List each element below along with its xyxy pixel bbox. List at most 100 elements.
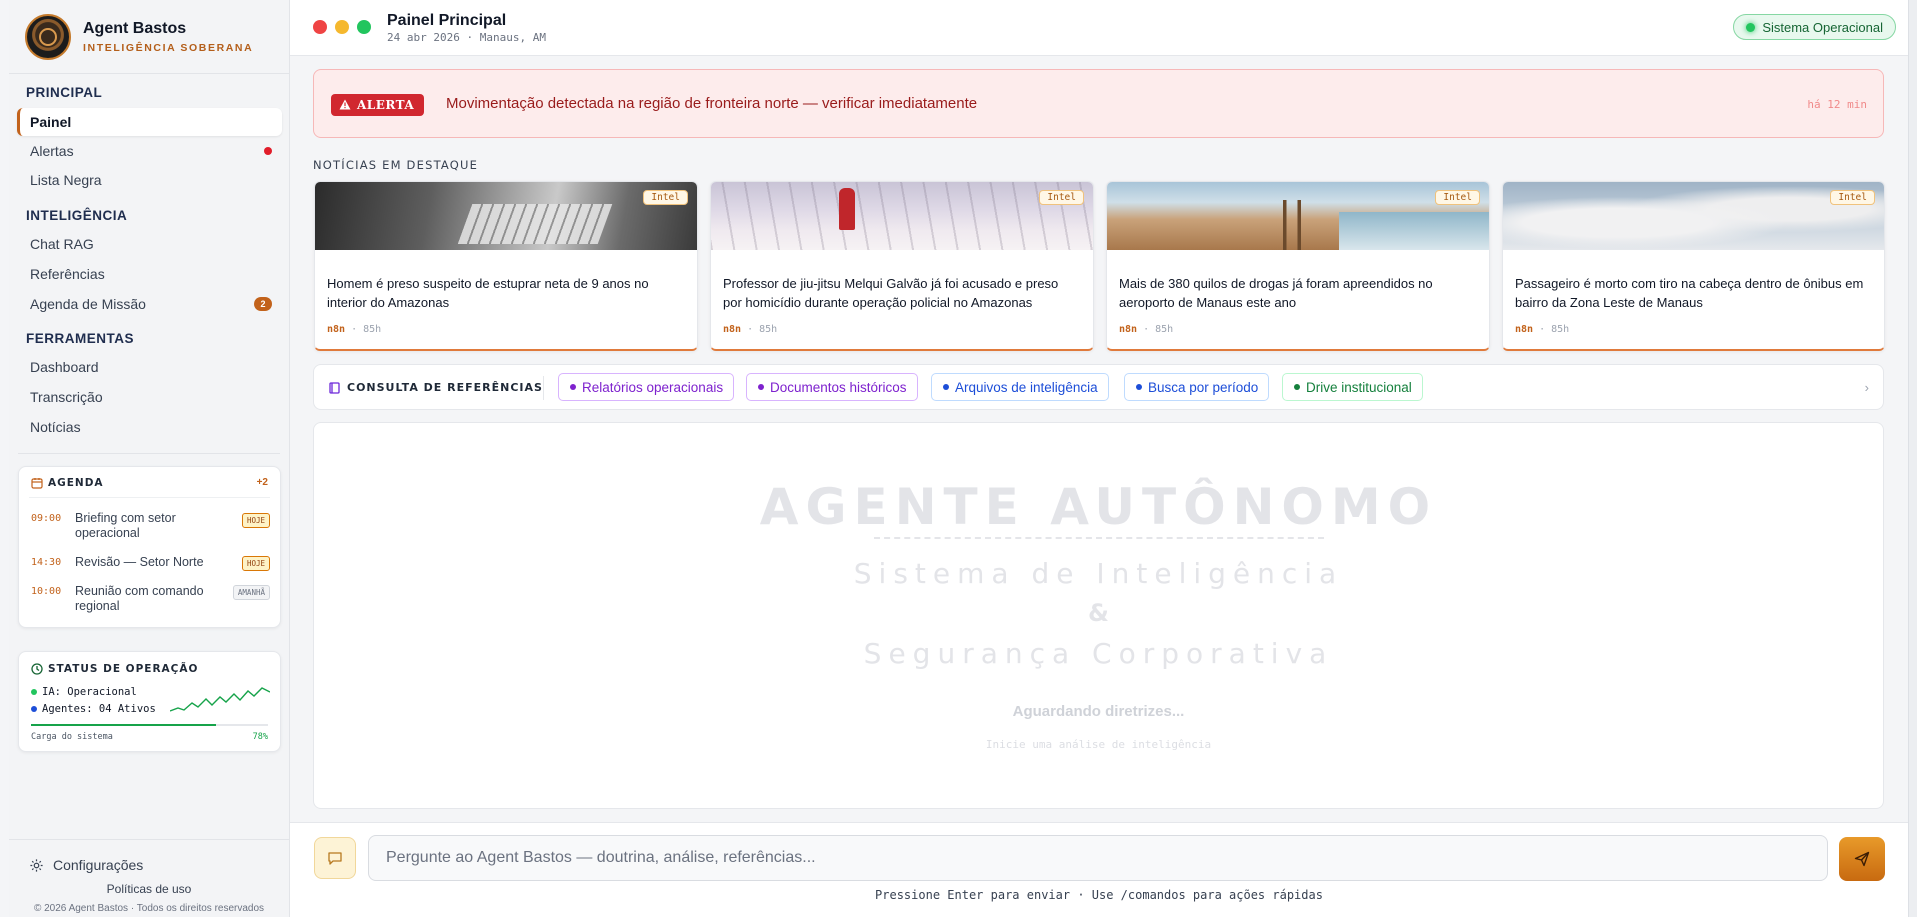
- agenda-item-title: Reunião com comando regional: [75, 584, 204, 613]
- news-source: n8n: [723, 324, 742, 335]
- chip-label: Busca por período: [1148, 379, 1259, 395]
- news-title: Mais de 380 quilos de drogas já foram ap…: [1119, 276, 1433, 310]
- canvas-title: AGENTE AUTÔNOMO: [759, 478, 1438, 536]
- agenda-tag: HOJE: [241, 513, 270, 528]
- sidebar-item-alertas[interactable]: Alertas: [17, 137, 282, 165]
- news-age: 85h: [1155, 324, 1174, 335]
- ref-chip-drive[interactable]: Drive institucional: [1282, 373, 1423, 401]
- ref-chip-arquivos[interactable]: Arquivos de inteligência: [931, 373, 1109, 401]
- divider: [543, 376, 544, 400]
- alert-tag-label: ALERTA: [357, 98, 415, 112]
- news-source: n8n: [1515, 324, 1534, 335]
- news-age: 85h: [759, 324, 778, 335]
- keyboard-shape: [457, 204, 613, 244]
- agenda-title: AGENDA: [48, 477, 104, 489]
- chip-label: Documentos históricos: [770, 379, 907, 395]
- alert-tag: ALERTA: [331, 94, 425, 116]
- agenda-time: 09:00: [31, 513, 62, 524]
- agenda-item[interactable]: 09:00 Briefing com setor operacional HOJ…: [31, 511, 270, 541]
- chat-mode-button[interactable]: [314, 837, 356, 879]
- sidebar-item-agenda-missao[interactable]: Agenda de Missão 2: [17, 290, 282, 318]
- calendar-icon: [31, 478, 43, 489]
- news-meta: n8n · 85h: [327, 324, 382, 335]
- settings-link[interactable]: Configurações: [29, 857, 143, 873]
- minimize-window-button[interactable]: [335, 20, 349, 34]
- sidebar-item-referencias[interactable]: Referências: [17, 260, 282, 288]
- section-inteligencia: INTELIGÊNCIA: [26, 208, 128, 223]
- news-tag: Intel: [1830, 190, 1875, 205]
- maximize-window-button[interactable]: [357, 20, 371, 34]
- sidebar-item-transcricao[interactable]: Transcrição: [17, 383, 282, 411]
- alert-banner[interactable]: ALERTA Movimentação detectada na região …: [313, 69, 1884, 138]
- figure-shape: [839, 188, 855, 230]
- status-header: STATUS DE OPERAÇÃO: [31, 663, 198, 675]
- scrollbar[interactable]: [1908, 0, 1917, 917]
- load-label: Carga do sistema: [31, 732, 113, 742]
- news-tag: Intel: [643, 190, 688, 205]
- count-badge: 2: [254, 297, 272, 311]
- references-heading: CONSULTA DE REFERÊNCIAS: [329, 381, 543, 394]
- sidebar-item-dashboard[interactable]: Dashboard: [17, 353, 282, 381]
- trees-shape: [711, 182, 1093, 250]
- canvas-waiting: Aguardando diretrizes...: [1012, 703, 1185, 720]
- alert-time: há 12 min: [1807, 98, 1867, 111]
- close-window-button[interactable]: [313, 20, 327, 34]
- chip-dot: [570, 384, 576, 390]
- ref-chip-relatorios[interactable]: Relatórios operacionais: [558, 373, 735, 401]
- news-card[interactable]: Intel Professor de jiu-jitsu Melqui Galv…: [710, 181, 1094, 351]
- status-agents: Agentes: 04 Ativos: [31, 703, 156, 715]
- sidebar-item-painel[interactable]: Painel: [17, 108, 282, 136]
- sidebar-item-lista-negra[interactable]: Lista Negra: [17, 166, 282, 194]
- ref-chip-documentos[interactable]: Documentos históricos: [746, 373, 918, 401]
- status-ia-label: IA: Operacional: [42, 686, 137, 698]
- brand: Agent Bastos INTELIGÊNCIA SOBERANA: [9, 0, 289, 74]
- railway-shape: [1247, 200, 1337, 250]
- news-title: Passageiro é morto com tiro na cabeça de…: [1515, 276, 1864, 310]
- page-subtitle: 24 abr 2026 · Manaus, AM: [387, 31, 546, 44]
- gear-icon: [30, 858, 43, 872]
- canvas-amp: &: [1088, 599, 1109, 627]
- settings-label: Configurações: [53, 857, 144, 873]
- book-icon: [329, 381, 340, 394]
- agenda-time: 10:00: [31, 586, 62, 597]
- composer-hint: Pressione Enter para enviar · Use /coman…: [875, 888, 1323, 902]
- topbar: Painel Principal 24 abr 2026 · Manaus, A…: [290, 0, 1908, 56]
- divider: [874, 537, 1324, 539]
- sidebar-item-label: Painel: [30, 114, 72, 130]
- send-button[interactable]: [1839, 837, 1885, 881]
- canvas-hint: Inicie uma análise de inteligência: [985, 738, 1212, 751]
- status-dot: [31, 706, 37, 712]
- brand-name: Agent Bastos: [83, 19, 187, 37]
- references-bar: CONSULTA DE REFERÊNCIAS Relatórios opera…: [313, 364, 1884, 410]
- chat-input[interactable]: [368, 835, 1828, 881]
- news-image: Intel: [1503, 182, 1884, 250]
- chevron-right-icon[interactable]: ›: [1865, 380, 1869, 395]
- agenda-tag: HOJE: [241, 556, 270, 571]
- status-badge: Sistema Operacional: [1733, 14, 1896, 40]
- sidebar-item-label: Lista Negra: [30, 172, 102, 188]
- agenda-time: 14:30: [31, 557, 62, 568]
- ref-chip-periodo[interactable]: Busca por período: [1124, 373, 1270, 401]
- news-meta: n8n · 85h: [723, 324, 778, 335]
- news-card[interactable]: Intel Homem é preso suspeito de estuprar…: [314, 181, 698, 351]
- news-tag: Intel: [1039, 190, 1084, 205]
- news-card[interactable]: Intel Mais de 380 quilos de drogas já fo…: [1106, 181, 1490, 351]
- agenda-header: AGENDA: [31, 477, 104, 489]
- news-age: 85h: [1551, 324, 1570, 335]
- brand-subtitle: INTELIGÊNCIA SOBERANA: [83, 41, 254, 54]
- agenda-item[interactable]: 10:00 Reunião com comando regional AMANH…: [31, 584, 270, 614]
- agenda-more-link[interactable]: +2: [257, 477, 268, 488]
- agenda-item[interactable]: 14:30 Revisão — Setor Norte HOJE: [31, 555, 270, 571]
- policy-link[interactable]: Políticas de uso: [9, 882, 289, 896]
- sidebar-item-label: Agenda de Missão: [30, 296, 146, 312]
- sidebar-item-label: Dashboard: [30, 359, 99, 375]
- sea-shape: [1339, 212, 1489, 250]
- agenda-tag: AMANHÃ: [232, 585, 270, 600]
- chip-dot: [943, 384, 949, 390]
- composer: Pressione Enter para enviar · Use /coman…: [290, 822, 1908, 917]
- sidebar-item-chat-rag[interactable]: Chat RAG: [17, 230, 282, 258]
- section-principal: PRINCIPAL: [26, 85, 103, 100]
- status-dot: [31, 689, 37, 695]
- sidebar-item-noticias[interactable]: Notícias: [17, 413, 282, 441]
- news-card[interactable]: Intel Passageiro é morto com tiro na cab…: [1502, 181, 1885, 351]
